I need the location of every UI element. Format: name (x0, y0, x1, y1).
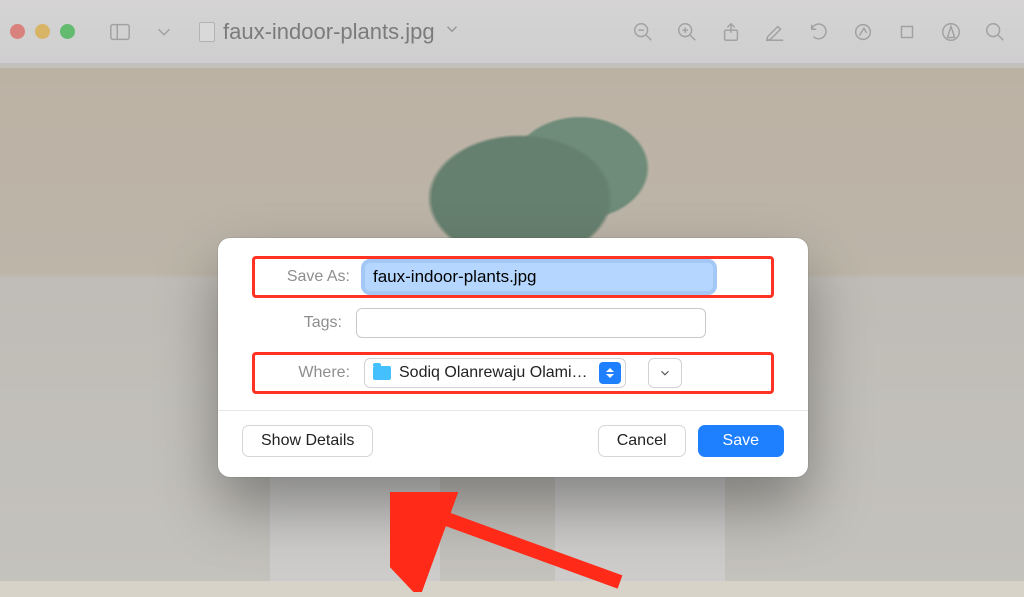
annotation-highlight-where: Where: Sodiq Olanrewaju Olamid… (252, 352, 774, 394)
search-button[interactable] (976, 13, 1014, 51)
sidebar-menu-chevron[interactable] (145, 13, 183, 51)
jpg-file-icon (199, 22, 215, 42)
save-button[interactable]: Save (698, 425, 784, 457)
share-button[interactable] (712, 13, 750, 51)
save-dialog: Save As: Tags: Where: Sodiq Olanrewaju O… (218, 238, 808, 477)
fullscreen-window-button[interactable] (60, 24, 75, 39)
highlight-button[interactable] (756, 13, 794, 51)
updown-stepper-icon (599, 362, 621, 384)
decorative-pot (270, 461, 440, 581)
folder-icon (373, 366, 391, 380)
cancel-button[interactable]: Cancel (598, 425, 686, 457)
minimize-window-button[interactable] (35, 24, 50, 39)
traffic-lights (10, 24, 75, 39)
where-disclosure-button[interactable] (648, 358, 682, 388)
where-folder-name: Sodiq Olanrewaju Olamid… (399, 364, 589, 382)
rotate-button[interactable] (800, 13, 838, 51)
info-button[interactable] (932, 13, 970, 51)
decorative-pot (555, 461, 725, 581)
tags-input[interactable] (356, 308, 706, 338)
annotation-highlight-saveas: Save As: (252, 256, 774, 298)
document-title[interactable]: faux-indoor-plants.jpg (199, 19, 461, 45)
crop-button[interactable] (888, 13, 926, 51)
show-details-button[interactable]: Show Details (242, 425, 373, 457)
zoom-out-button[interactable] (624, 13, 662, 51)
document-title-menu-chevron[interactable] (443, 20, 461, 43)
tags-label: Tags: (252, 314, 342, 332)
window-toolbar: faux-indoor-plants.jpg (0, 0, 1024, 64)
document-filename: faux-indoor-plants.jpg (223, 19, 435, 45)
zoom-in-button[interactable] (668, 13, 706, 51)
close-window-button[interactable] (10, 24, 25, 39)
sidebar-toggle-button[interactable] (101, 13, 139, 51)
where-location-popup[interactable]: Sodiq Olanrewaju Olamid… (364, 358, 626, 388)
save-as-label: Save As: (260, 268, 350, 286)
markup-button[interactable] (844, 13, 882, 51)
save-as-input[interactable] (364, 262, 714, 292)
where-label: Where: (260, 364, 350, 382)
